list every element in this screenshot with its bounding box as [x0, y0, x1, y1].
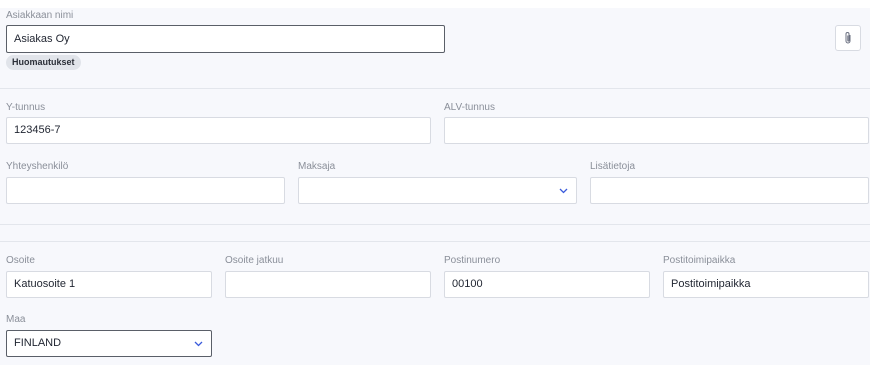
paperclip-icon	[845, 32, 851, 44]
customer-name-input[interactable]: Asiakas Oy	[6, 25, 445, 53]
contact-person-input[interactable]	[6, 177, 285, 204]
section-divider	[0, 88, 870, 89]
customer-name-label: Asiakkaan nimi	[6, 10, 74, 21]
city-input[interactable]: Postitoimipaikka	[663, 271, 869, 298]
business-id-input[interactable]: 123456-7	[6, 117, 431, 144]
country-select-value: FINLAND	[14, 337, 62, 349]
business-id-label: Y-tunnus	[6, 102, 46, 113]
street-label: Osoite	[6, 255, 35, 266]
vat-id-label: ALV-tunnus	[444, 102, 495, 113]
section-divider	[0, 224, 870, 225]
attach-button[interactable]	[835, 25, 861, 51]
country-select[interactable]: FINLAND	[6, 330, 212, 357]
notes-badge[interactable]: Huomautukset	[6, 55, 81, 70]
postal-code-input[interactable]: 00100	[444, 271, 650, 298]
contact-person-label: Yhteyshenkilö	[6, 161, 69, 172]
payer-label: Maksaja	[298, 161, 336, 172]
payer-select[interactable]	[298, 177, 577, 204]
extra-info-input[interactable]	[590, 177, 869, 204]
street-input[interactable]: Katuosoite 1	[6, 271, 212, 298]
extra-info-label: Lisätietoja	[590, 161, 636, 172]
chevron-down-icon	[194, 341, 203, 347]
vat-id-input[interactable]	[444, 117, 869, 144]
chevron-down-icon	[559, 188, 568, 194]
country-label: Maa	[6, 314, 26, 325]
city-label: Postitoimipaikka	[663, 255, 736, 266]
street2-label: Osoite jatkuu	[225, 255, 284, 266]
section-divider	[0, 241, 870, 242]
street2-input[interactable]	[225, 271, 431, 298]
postal-code-label: Postinumero	[444, 255, 501, 266]
